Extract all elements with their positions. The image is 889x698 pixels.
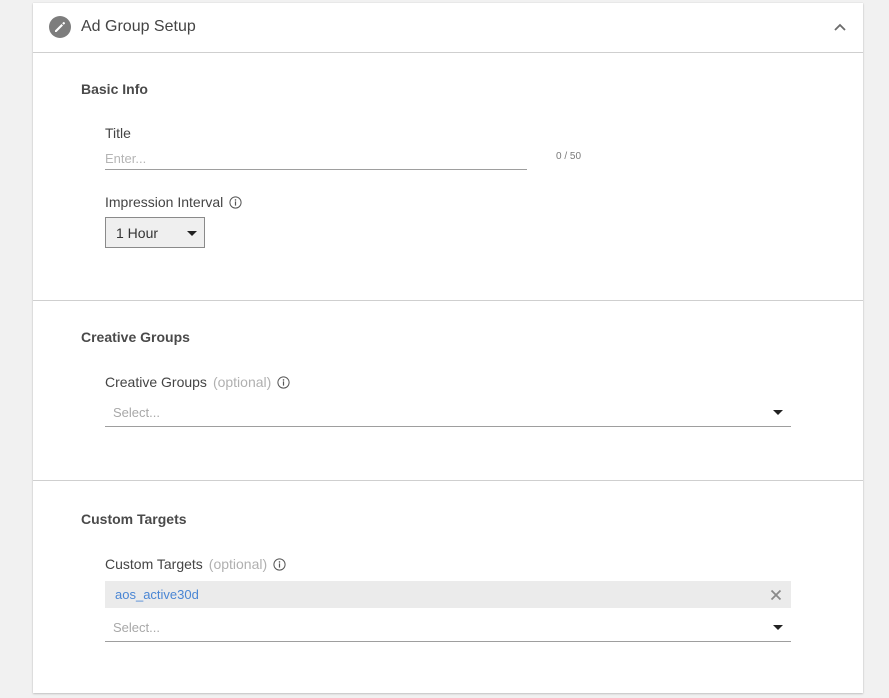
ad-group-setup-panel: Ad Group Setup Basic Info Title 0 / 50 I… [33,3,863,693]
custom-target-chip-label: aos_active30d [115,587,199,602]
panel-title: Ad Group Setup [81,18,196,35]
creative-groups-label-text: Creative Groups [105,374,207,390]
info-icon[interactable] [277,375,290,389]
info-icon[interactable] [229,195,242,209]
creative-groups-placeholder: Select... [113,405,160,420]
title-input[interactable] [105,147,527,170]
custom-targets-label: Custom Targets (optional) [105,555,286,573]
optional-tag: (optional) [212,374,272,390]
title-char-counter: 0 / 50 [556,151,582,162]
impression-interval-label-text: Impression Interval [105,194,224,210]
impression-interval-select[interactable]: 1 Hour [105,217,205,248]
custom-target-chip: aos_active30d [105,581,791,608]
title-label: Title [105,125,131,141]
basic-info-section: Basic Info Title 0 / 50 Impression Inter… [33,53,863,301]
section-title-basic-info: Basic Info [81,81,148,97]
custom-targets-select[interactable]: Select... [105,614,791,642]
creative-groups-select[interactable]: Select... [105,399,791,427]
creative-groups-label: Creative Groups (optional) [105,373,290,391]
close-icon[interactable] [770,588,782,601]
caret-down-icon [773,410,783,415]
section-title-custom-targets: Custom Targets [81,511,187,527]
creative-groups-section: Creative Groups Creative Groups (optional… [33,301,863,481]
section-title-creative-groups: Creative Groups [81,329,190,345]
caret-down-icon [187,231,197,236]
chevron-up-icon[interactable] [833,20,847,34]
optional-tag: (optional) [208,556,268,572]
impression-interval-value: 1 Hour [116,225,159,241]
caret-down-icon [773,625,783,630]
pencil-icon [49,16,71,38]
custom-targets-label-text: Custom Targets [105,556,203,572]
custom-targets-placeholder: Select... [113,620,160,635]
panel-header[interactable]: Ad Group Setup [33,3,863,53]
impression-interval-label: Impression Interval [105,193,242,211]
info-icon[interactable] [273,557,286,571]
custom-targets-section: Custom Targets Custom Targets (optional) … [33,481,863,693]
